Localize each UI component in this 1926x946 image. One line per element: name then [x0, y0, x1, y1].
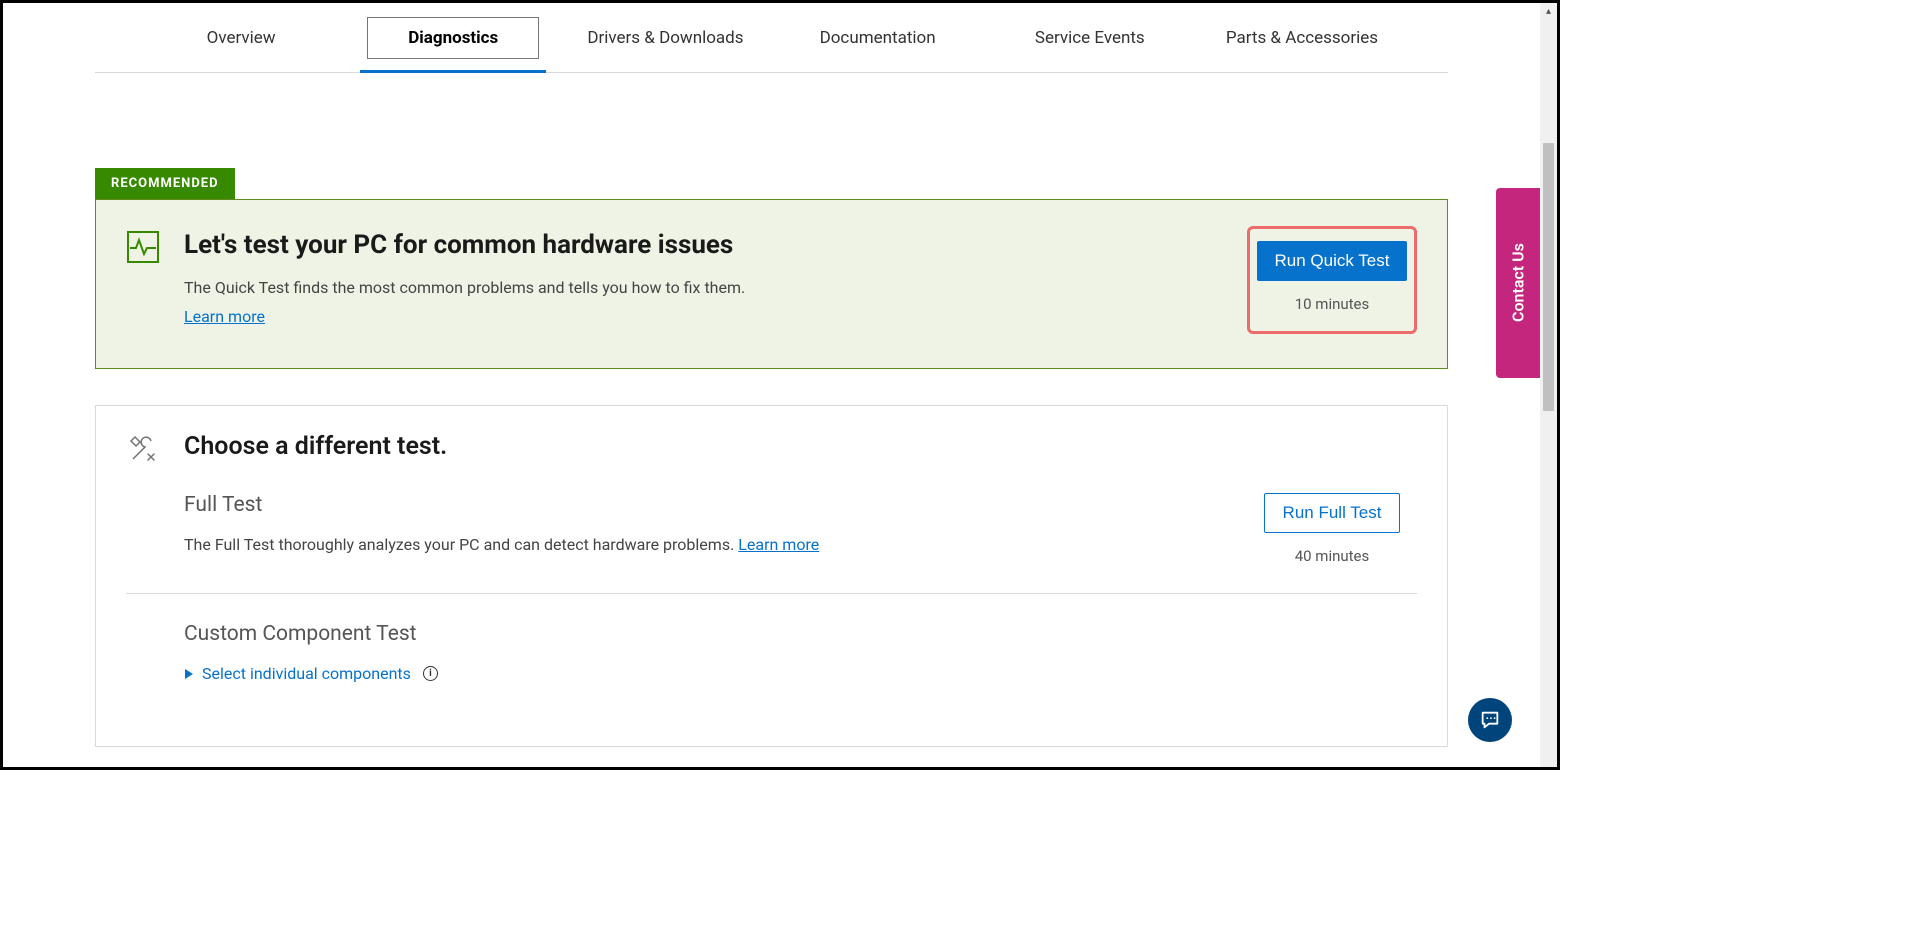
run-full-test-button[interactable]: Run Full Test	[1264, 493, 1401, 533]
quick-test-highlight: Run Quick Test 10 minutes	[1247, 226, 1417, 334]
full-test-heading: Full Test	[184, 493, 1247, 517]
quick-test-duration: 10 minutes	[1256, 295, 1408, 313]
scroll-thumb[interactable]	[1543, 143, 1554, 411]
quick-test-desc: The Quick Test finds the most common pro…	[184, 278, 1247, 297]
other-tests-card: Choose a different test. Full Test The F…	[95, 405, 1448, 747]
tab-documentation[interactable]: Documentation	[772, 3, 984, 72]
tab-bar: Overview Diagnostics Drivers & Downloads…	[95, 3, 1448, 73]
tab-service-events[interactable]: Service Events	[984, 3, 1196, 72]
run-quick-test-button[interactable]: Run Quick Test	[1257, 241, 1408, 281]
custom-test-section: Custom Component Test Select individual …	[126, 593, 1417, 712]
select-components-link[interactable]: Select individual components i	[184, 664, 438, 683]
scrollbar[interactable]: ▴	[1540, 3, 1557, 767]
heart-monitor-icon	[126, 230, 160, 264]
quick-test-card: Let's test your PC for common hardware i…	[95, 199, 1448, 369]
tab-diagnostics[interactable]: Diagnostics	[347, 3, 559, 72]
quick-test-title: Let's test your PC for common hardware i…	[184, 230, 1247, 260]
quick-test-learn-more-link[interactable]: Learn more	[184, 307, 265, 326]
choose-different-title: Choose a different test.	[184, 432, 1417, 461]
full-test-section: Full Test The Full Test thoroughly analy…	[126, 487, 1417, 593]
recommended-badge: RECOMMENDED	[95, 168, 235, 199]
chevron-right-icon	[184, 668, 194, 680]
chat-icon	[1479, 709, 1501, 731]
tools-icon	[126, 432, 160, 466]
full-test-duration: 40 minutes	[1247, 547, 1417, 565]
full-test-learn-endregion-link[interactable]: Learn more	[738, 535, 819, 554]
chat-button[interactable]	[1468, 698, 1512, 742]
custom-test-heading: Custom Component Test	[184, 622, 1417, 646]
tab-parts[interactable]: Parts & Accessories	[1196, 3, 1408, 72]
tab-overview[interactable]: Overview	[135, 3, 347, 72]
tab-drivers[interactable]: Drivers & Downloads	[559, 3, 771, 72]
contact-us-tab[interactable]: Contact Us	[1496, 188, 1540, 378]
scroll-up-arrow-icon[interactable]: ▴	[1540, 3, 1557, 20]
full-test-desc: The Full Test thoroughly analyzes your P…	[184, 535, 1247, 554]
info-icon[interactable]: i	[423, 666, 438, 681]
